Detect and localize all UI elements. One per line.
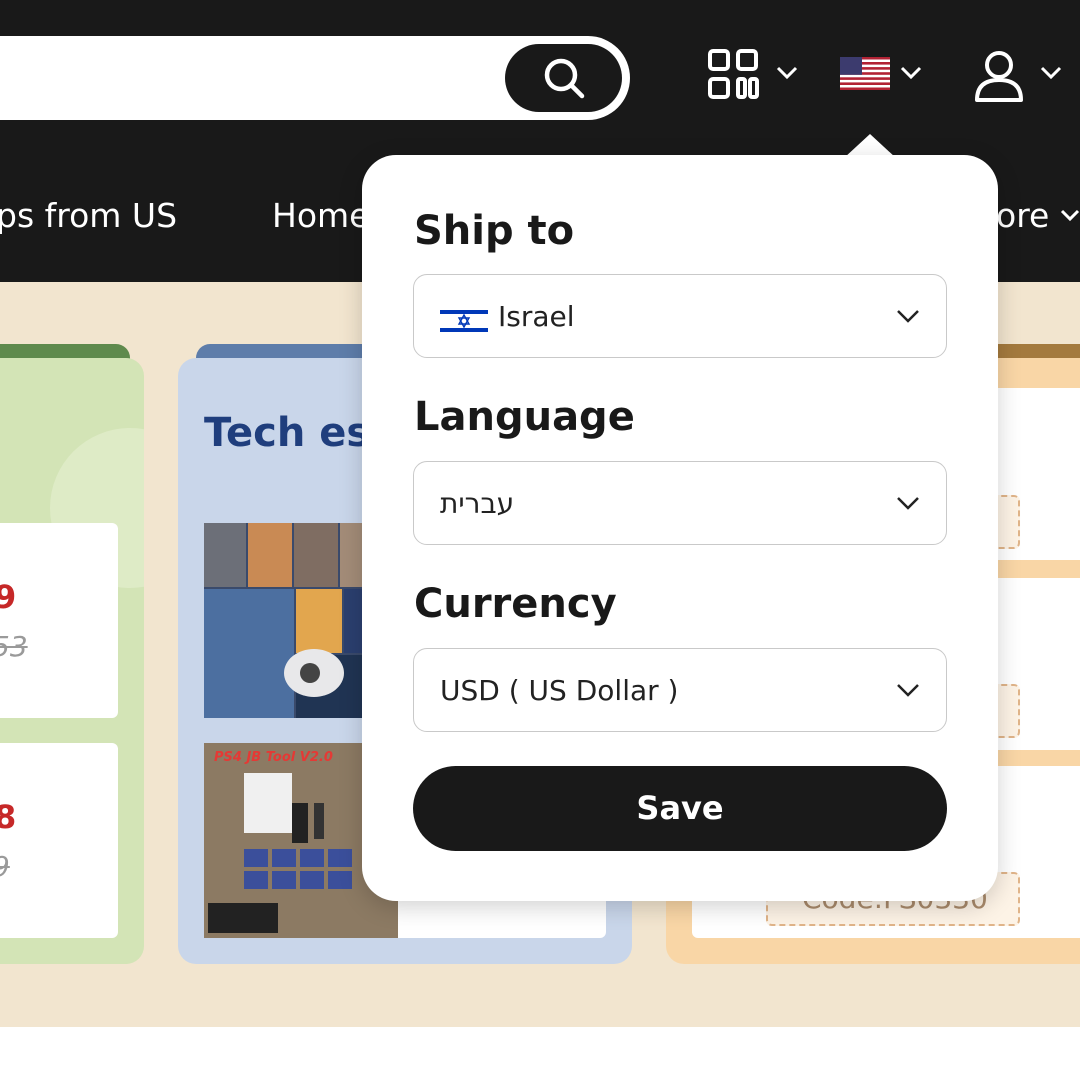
product-old-price: 53	[0, 630, 28, 663]
currency-select[interactable]: USD ( US Dollar )	[413, 648, 947, 732]
currency-value: USD ( US Dollar )	[440, 674, 679, 707]
ship-to-value: Israel	[498, 300, 575, 333]
qr-code-icon[interactable]	[708, 49, 760, 101]
chevron-down-icon	[897, 684, 919, 697]
save-button[interactable]: Save	[413, 766, 947, 851]
nav-item-more[interactable]: ore	[996, 196, 1049, 236]
user-icon[interactable]	[974, 50, 1024, 102]
language-label: Language	[414, 394, 635, 440]
flag-chevron-down-icon[interactable]	[900, 66, 922, 80]
chevron-down-icon	[897, 310, 919, 323]
currency-label: Currency	[414, 581, 617, 627]
ship-to-select[interactable]: Israel	[413, 274, 947, 358]
language-select[interactable]: עברית	[413, 461, 947, 545]
user-chevron-down-icon[interactable]	[1040, 66, 1062, 80]
more-chevron-down-icon[interactable]	[1060, 209, 1080, 222]
product-tile[interactable]	[0, 523, 118, 718]
qr-chevron-down-icon[interactable]	[776, 66, 798, 80]
product-tile[interactable]	[0, 743, 118, 938]
product-old-price: 9	[0, 850, 10, 883]
israel-flag-icon	[440, 307, 488, 335]
us-flag-icon[interactable]	[840, 57, 890, 90]
product-label: PS4 JB Tool V2.0	[214, 750, 333, 765]
product-price: 8	[0, 798, 17, 836]
search-icon	[544, 58, 584, 99]
nav-item-home[interactable]: Home	[272, 196, 369, 236]
language-value: עברית	[440, 487, 515, 520]
ship-to-label: Ship to	[414, 208, 575, 254]
product-price: 9	[0, 578, 17, 616]
chevron-down-icon	[897, 497, 919, 510]
nav-item-ships-from-us[interactable]: ps from US	[0, 196, 177, 236]
search-button[interactable]	[505, 44, 622, 112]
